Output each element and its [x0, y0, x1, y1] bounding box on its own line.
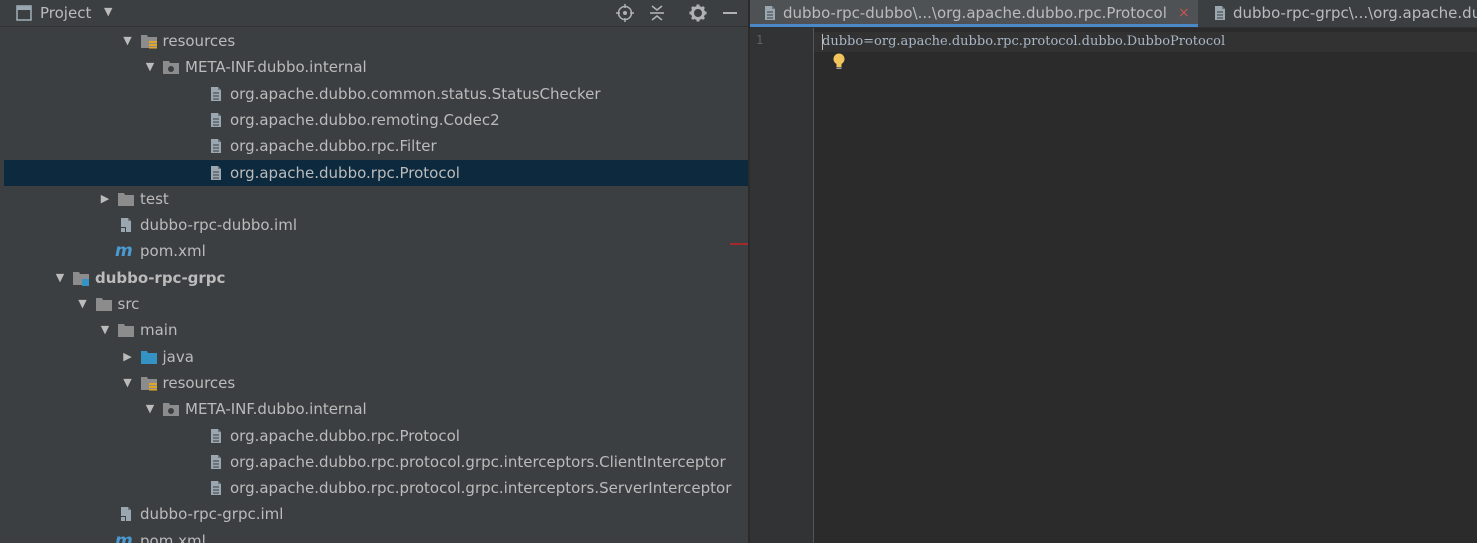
- editor-gutter: 1: [750, 28, 814, 543]
- tree-item-label: org.apache.dubbo.rpc.protocol.grpc.inter…: [230, 479, 732, 497]
- chevron-right-icon[interactable]: ▶: [99, 186, 111, 212]
- tree-item-label: resources: [162, 32, 236, 50]
- tree-item-label: test: [140, 190, 169, 208]
- tree-item-label: pom.xml: [140, 532, 206, 543]
- tree-item[interactable]: ▼ resources: [4, 28, 748, 54]
- tree-item[interactable]: ▼ main: [4, 317, 748, 343]
- tree-item-label: org.apache.dubbo.rpc.Protocol: [230, 427, 460, 445]
- chevron-down-icon[interactable]: ▼: [144, 54, 156, 80]
- file-icon: [211, 455, 221, 469]
- tree-item-label: pom.xml: [140, 242, 206, 260]
- tree-item[interactable]: org.apache.dubbo.rpc.Protocol: [4, 423, 748, 449]
- tree-item-label: src: [117, 295, 140, 313]
- tree-item-label: dubbo-rpc-dubbo.iml: [140, 216, 297, 234]
- tree-item[interactable]: ▼ META-INF.dubbo.internal: [4, 396, 748, 422]
- file-icon: [211, 87, 221, 101]
- gear-icon[interactable]: [688, 3, 708, 23]
- maven-icon: m: [115, 241, 133, 261]
- project-window-icon: [16, 5, 32, 21]
- minimize-icon[interactable]: [720, 3, 740, 23]
- tree-item-label: META-INF.dubbo.internal: [185, 58, 367, 76]
- folder-icon: [118, 324, 134, 337]
- tree-item-label: java: [162, 348, 194, 366]
- tree-item[interactable]: ▶ test: [4, 186, 748, 212]
- package-folder-icon: [163, 61, 179, 74]
- tree-item[interactable]: org.apache.dubbo.rpc.protocol.grpc.inter…: [4, 449, 748, 475]
- collapse-all-icon[interactable]: [647, 3, 667, 23]
- tree-item-label: org.apache.dubbo.rpc.Protocol: [230, 164, 460, 182]
- package-folder-icon: [163, 403, 179, 416]
- maven-icon: m: [115, 531, 133, 543]
- iml-file-icon: [120, 507, 131, 522]
- tree-item-label: dubbo-rpc-grpc.iml: [140, 505, 284, 523]
- lightbulb-icon[interactable]: [832, 52, 846, 72]
- editor-tab-label: dubbo-rpc-grpc\...\org.apache.dubbo.rpc.…: [1233, 4, 1477, 22]
- project-tool-window: Project ▼ ▼ resources ▼ META-INF.dubbo.i…: [0, 0, 748, 543]
- chevron-down-icon[interactable]: ▼: [54, 265, 66, 291]
- file-icon: [765, 6, 775, 20]
- source-folder-icon: [140, 351, 157, 364]
- chevron-right-icon[interactable]: ▶: [122, 344, 134, 370]
- line-number: 1: [756, 33, 764, 47]
- tree-item[interactable]: ▶ java: [4, 344, 748, 370]
- tree-item-label: org.apache.dubbo.common.status.StatusChe…: [230, 85, 601, 103]
- file-icon: [211, 113, 221, 127]
- iml-file-icon: [120, 218, 131, 233]
- module-folder-icon: [73, 272, 89, 286]
- chevron-down-icon[interactable]: ▼: [122, 370, 134, 396]
- error-marker: [730, 243, 748, 245]
- tree-item[interactable]: org.apache.dubbo.remoting.Codec2: [4, 107, 748, 133]
- tree-item-label: resources: [162, 374, 236, 392]
- tree-item[interactable]: org.apache.dubbo.rpc.protocol.grpc.inter…: [4, 475, 748, 501]
- editor-tab-bar: dubbo-rpc-dubbo\...\org.apache.dubbo.rpc…: [750, 0, 1477, 28]
- tree-item[interactable]: dubbo-rpc-dubbo.iml: [4, 212, 748, 238]
- file-icon: [211, 166, 221, 180]
- tree-item-label: org.apache.dubbo.rpc.protocol.grpc.inter…: [230, 453, 726, 471]
- editor-tab-label: dubbo-rpc-dubbo\...\org.apache.dubbo.rpc…: [783, 4, 1167, 22]
- tree-item[interactable]: ▼ resources: [4, 370, 748, 396]
- tree-item[interactable]: org.apache.dubbo.common.status.StatusChe…: [4, 81, 748, 107]
- resources-folder-icon: [140, 377, 157, 391]
- tree-item-label: org.apache.dubbo.rpc.Filter: [230, 137, 437, 155]
- chevron-down-icon[interactable]: ▼: [99, 317, 111, 343]
- file-icon: [211, 429, 221, 443]
- tree-item[interactable]: m pom.xml: [4, 238, 748, 264]
- resources-folder-icon: [140, 35, 157, 49]
- code-editor[interactable]: dubbo=org.apache.dubbo.rpc.protocol.dubb…: [814, 28, 1477, 543]
- project-panel-header: Project ▼: [0, 0, 748, 27]
- tree-item[interactable]: dubbo-rpc-grpc.iml: [4, 501, 748, 527]
- editor-tab[interactable]: dubbo-rpc-grpc\...\org.apache.dubbo.rpc.…: [1200, 0, 1477, 27]
- tree-item-label: dubbo-rpc-grpc: [95, 269, 226, 287]
- chevron-down-icon[interactable]: ▼: [144, 396, 156, 422]
- file-icon: [1215, 6, 1225, 20]
- code-line[interactable]: dubbo=org.apache.dubbo.rpc.protocol.dubb…: [822, 34, 1225, 50]
- text-caret: [822, 34, 823, 50]
- chevron-down-icon[interactable]: ▼: [122, 28, 134, 54]
- editor-tab-active[interactable]: dubbo-rpc-dubbo\...\org.apache.dubbo.rpc…: [750, 0, 1198, 27]
- tree-item[interactable]: ▼ src: [4, 291, 748, 317]
- file-icon: [211, 139, 221, 153]
- locate-target-icon[interactable]: [615, 3, 635, 23]
- tree-item-label: META-INF.dubbo.internal: [185, 400, 367, 418]
- chevron-down-icon[interactable]: ▼: [104, 5, 112, 18]
- tree-item[interactable]: m pom.xml: [4, 528, 748, 543]
- folder-icon: [118, 193, 134, 206]
- tree-item-label: org.apache.dubbo.remoting.Codec2: [230, 111, 500, 129]
- tree-item[interactable]: org.apache.dubbo.rpc.Protocol: [4, 160, 748, 186]
- chevron-down-icon[interactable]: ▼: [77, 291, 89, 317]
- project-panel-title[interactable]: Project: [40, 4, 91, 22]
- tree-item-label: main: [140, 321, 178, 339]
- tree-item[interactable]: ▼ dubbo-rpc-grpc: [4, 265, 748, 291]
- close-icon[interactable]: ×: [1178, 0, 1190, 26]
- tree-item[interactable]: ▼ META-INF.dubbo.internal: [4, 54, 748, 80]
- file-icon: [211, 481, 221, 495]
- tree-item[interactable]: org.apache.dubbo.rpc.Filter: [4, 133, 748, 159]
- folder-icon: [95, 298, 112, 311]
